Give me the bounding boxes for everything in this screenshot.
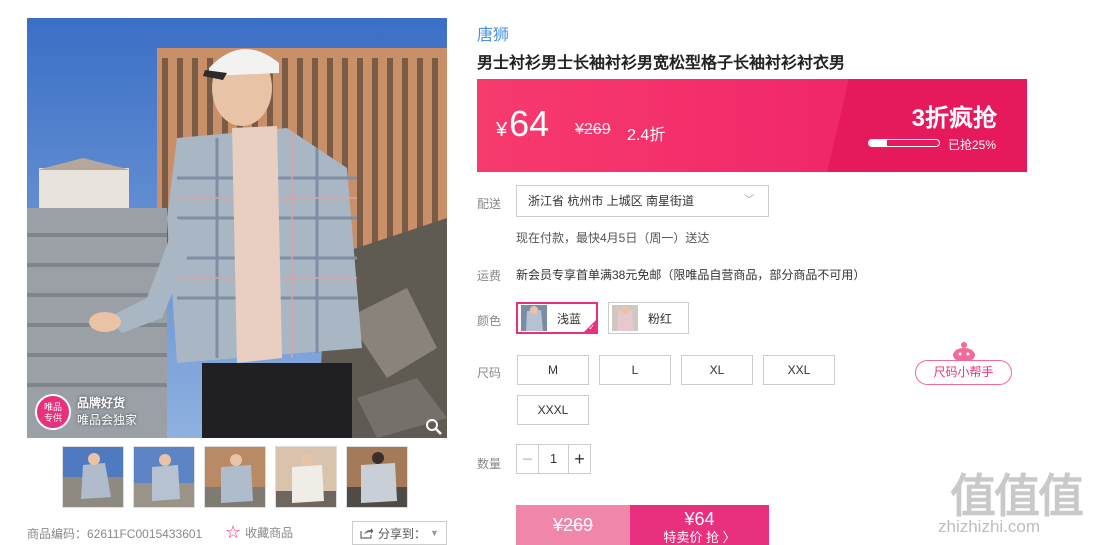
color-swatch-light-blue: [521, 305, 547, 331]
thumbnail-1[interactable]: [62, 446, 124, 508]
size-label: 尺码: [477, 366, 502, 380]
color-option-light-blue[interactable]: 浅蓝 ✓: [516, 302, 598, 334]
sold-progress-bar: [868, 139, 940, 147]
delivery-eta: 现在付款，最快4月5日（周一）送达: [516, 231, 710, 245]
product-meta-row: 商品编码：62611FC0015433601 ☆ 收藏商品 分享到： ▼: [27, 521, 447, 545]
currency-symbol: ¥: [496, 119, 508, 141]
thumbnail-2[interactable]: [133, 446, 195, 508]
favorite-label: 收藏商品: [245, 525, 294, 540]
favorite-button[interactable]: ☆ 收藏商品: [225, 523, 293, 541]
sold-progress-text: 已抢25%: [948, 138, 997, 152]
delivery-label: 配送: [477, 197, 502, 211]
thumbnail-strip: [62, 446, 408, 508]
main-product-image[interactable]: 唯品 专供 品牌好货 唯品会独家: [27, 18, 447, 438]
badge-title: 品牌好货: [77, 396, 126, 410]
product-page: 唯品 专供 品牌好货 唯品会独家 商品编码：62611FC0015433601 …: [0, 0, 1094, 545]
address-select[interactable]: 浙江省 杭州市 上城区 南星街道 ﹀: [516, 185, 769, 217]
thumbnail-4[interactable]: [275, 446, 337, 508]
chevron-down-icon: ﹀: [744, 195, 754, 206]
product-photo: [27, 18, 447, 438]
color-swatch-pink: [612, 305, 638, 331]
shipping-label: 运费: [477, 269, 502, 283]
current-price: ¥ 64: [496, 103, 549, 145]
check-icon: ✓: [588, 323, 595, 332]
quantity-input[interactable]: 1: [539, 445, 568, 473]
price-banner: ¥ 64 ¥269 2.4折 3折疯抢 已抢25%: [477, 79, 1027, 172]
size-helper-button[interactable]: 尺码小帮手: [915, 360, 1012, 385]
share-button[interactable]: 分享到： ▼: [352, 521, 447, 545]
buy-sale-price: ¥64: [684, 509, 715, 529]
quantity-label: 数量: [477, 457, 502, 471]
star-icon: ☆: [225, 522, 242, 542]
current-price-value: 64: [509, 103, 550, 144]
discount-rate: 2.4折: [627, 127, 666, 144]
color-label: 颜色: [477, 314, 502, 328]
product-title: 男士衬衫男士长袖衬衫男宽松型格子长袖衬衫衬衣男: [477, 55, 846, 72]
size-option-xxxl[interactable]: XXXL: [517, 395, 589, 425]
buy-sale-panel: ¥64 特卖价 抢 〉: [630, 505, 769, 545]
site-watermark: 值值值 zhizhizhi.com: [930, 460, 1090, 545]
quantity-stepper: − 1 +: [516, 444, 591, 474]
share-icon: [360, 528, 374, 539]
caret-down-icon: ▼: [430, 528, 439, 538]
size-option-l[interactable]: L: [599, 355, 671, 385]
badge-subtitle: 唯品会独家: [77, 413, 138, 427]
color-option-pink[interactable]: 粉红: [608, 302, 689, 334]
brand-badge: 唯品 专供 品牌好货 唯品会独家: [35, 394, 137, 430]
size-option-xl[interactable]: XL: [681, 355, 753, 385]
buy-now-button[interactable]: ¥269 ¥64 特卖价 抢 〉: [516, 505, 769, 545]
color-option-label: 粉红: [648, 311, 673, 326]
buy-original-price: ¥269: [516, 505, 630, 545]
brand-link[interactable]: 唐狮: [477, 21, 509, 45]
thumbnail-3[interactable]: [204, 446, 266, 508]
thumbnail-5[interactable]: [346, 446, 408, 508]
size-option-xxl[interactable]: XXL: [763, 355, 835, 385]
original-price: ¥269: [575, 121, 611, 138]
quantity-decrease-button[interactable]: −: [517, 445, 539, 473]
quantity-increase-button[interactable]: +: [568, 445, 590, 473]
color-option-label: 浅蓝: [557, 311, 582, 326]
address-value: 浙江省 杭州市 上城区 南星街道: [528, 194, 695, 208]
sold-progress-fill: [869, 140, 887, 146]
shipping-info: 新会员专享首单满38元免邮（限唯品自营商品，部分商品不可用）: [516, 268, 866, 282]
buy-action-label: 特卖价 抢 〉: [663, 530, 736, 545]
share-label: 分享到：: [378, 526, 427, 541]
size-option-m[interactable]: M: [517, 355, 589, 385]
zoom-icon[interactable]: [425, 418, 443, 436]
sku-code: 商品编码：62611FC0015433601: [27, 527, 203, 541]
mascot-icon: [953, 342, 975, 361]
promo-title: 3折疯抢: [911, 105, 997, 132]
vip-exclusive-badge: 唯品 专供: [35, 394, 71, 430]
watermark-url: zhizhizhi.com: [938, 517, 1041, 536]
